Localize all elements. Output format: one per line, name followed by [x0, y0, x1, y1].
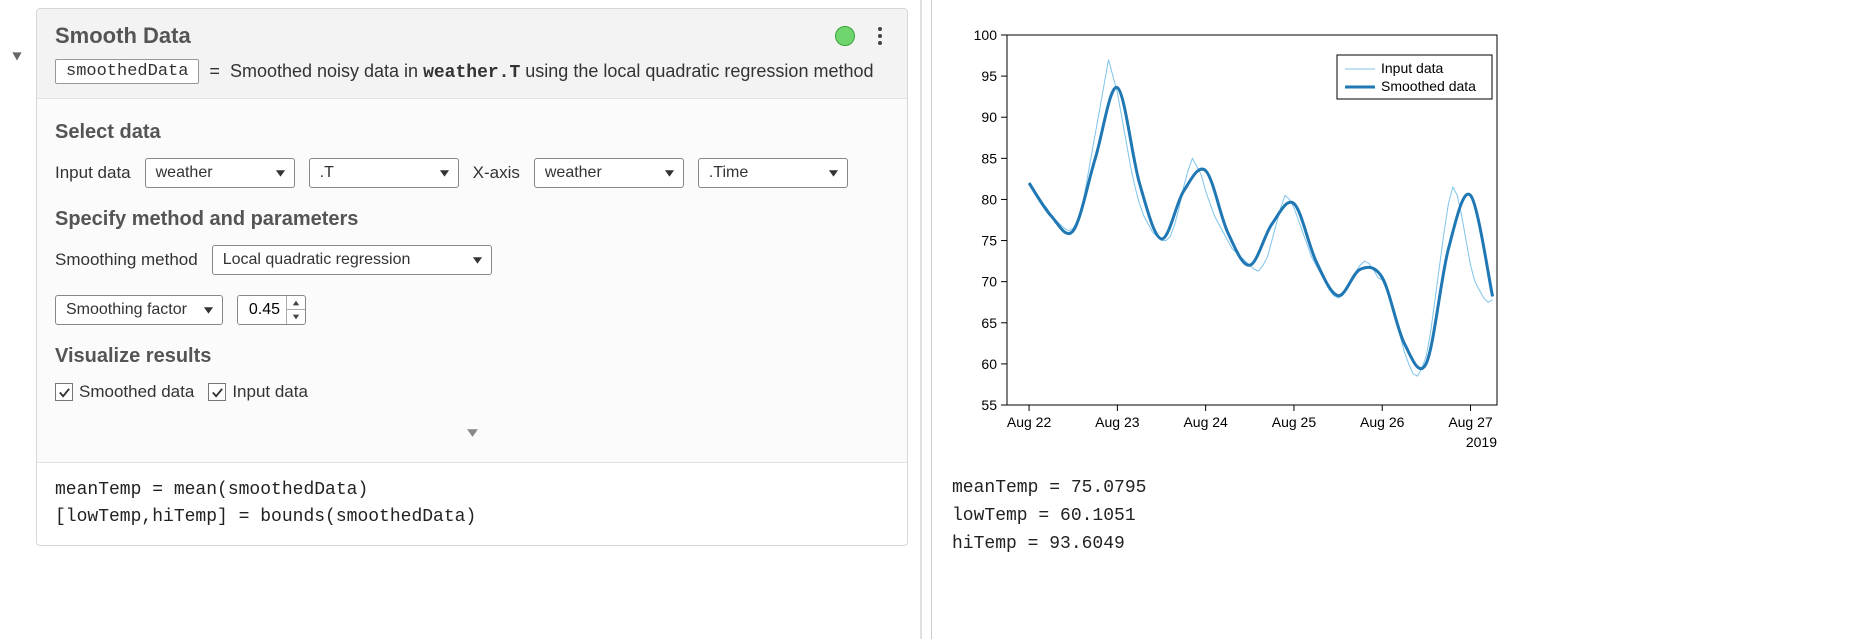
svg-text:Aug 24: Aug 24 — [1183, 414, 1228, 430]
method-label: Smoothing method — [55, 250, 198, 270]
output-line: lowTemp = 60.1051 — [952, 503, 1834, 531]
chart: 55 60 65 70 75 80 85 90 95 100 Aug 22 Aug 23 Aug 24 A… — [952, 20, 1512, 465]
svg-text:95: 95 — [981, 68, 997, 84]
svg-text:Aug 27: Aug 27 — [1448, 414, 1493, 430]
svg-text:90: 90 — [981, 109, 997, 125]
svg-text:Aug 23: Aug 23 — [1095, 414, 1140, 430]
desc-text-pre: Smoothed noisy data in — [230, 61, 423, 81]
chart-svg: 55 60 65 70 75 80 85 90 95 100 Aug 22 Aug 23 Aug 24 A… — [952, 20, 1512, 460]
left-pane: Smooth Data smoothedData = Smoothed no — [0, 0, 920, 639]
select-data-heading: Select data — [55, 121, 889, 144]
chevron-down-icon — [203, 305, 214, 316]
svg-text:85: 85 — [981, 150, 997, 166]
input-data-label: Input data — [55, 163, 131, 183]
svg-text:Aug 25: Aug 25 — [1272, 414, 1317, 430]
checkbox-checked-icon — [55, 383, 73, 401]
expand-more-button[interactable] — [55, 422, 889, 452]
svg-text:60: 60 — [981, 356, 997, 372]
svg-text:2019: 2019 — [1466, 434, 1497, 450]
smoothed-data-label: Smoothed data — [79, 382, 194, 402]
desc-code: weather.T — [423, 63, 520, 83]
smooth-data-card: Smooth Data smoothedData = Smoothed no — [36, 8, 908, 546]
svg-text:100: 100 — [974, 27, 998, 43]
method-heading: Specify method and parameters — [55, 208, 889, 231]
method-select[interactable]: Local quadratic regression — [212, 245, 492, 275]
input-data-checkbox-label: Input data — [232, 382, 308, 402]
svg-text:Aug 26: Aug 26 — [1360, 414, 1405, 430]
svg-text:70: 70 — [981, 274, 997, 290]
output-variable-box[interactable]: smoothedData — [55, 59, 199, 84]
xaxis-table-select[interactable]: weather — [534, 158, 684, 188]
xaxis-label: X-axis — [473, 163, 520, 183]
step-down-button[interactable] — [287, 310, 305, 324]
xaxis-var-select[interactable]: .Time — [698, 158, 848, 188]
panel-title: Smooth Data — [55, 23, 191, 49]
svg-text:Smoothed data: Smoothed data — [1381, 78, 1476, 94]
smoothed-data-checkbox[interactable]: Smoothed data — [55, 382, 194, 402]
panel-description: smoothedData = Smoothed noisy data in we… — [55, 59, 889, 84]
right-pane: 55 60 65 70 75 80 85 90 95 100 Aug 22 Aug 23 Aug 24 A… — [932, 0, 1854, 639]
code-line: [lowTemp,hiTemp] = bounds(smoothedData) — [55, 504, 889, 531]
desc-text-post: using the local quadratic regression met… — [520, 61, 873, 81]
chevron-down-icon — [439, 168, 450, 179]
svg-text:55: 55 — [981, 397, 997, 413]
chevron-down-icon — [275, 168, 286, 179]
more-options-button[interactable] — [871, 27, 889, 45]
collapse-icon[interactable] — [10, 51, 24, 68]
input-data-checkbox[interactable]: Input data — [208, 382, 308, 402]
factor-type-select[interactable]: Smoothing factor — [55, 295, 223, 325]
checkbox-checked-icon — [208, 383, 226, 401]
code-block[interactable]: meanTemp = mean(smoothedData) [lowTemp,h… — [37, 462, 907, 545]
input-table-select[interactable]: weather — [145, 158, 295, 188]
card-body: Select data Input data weather .T — [37, 99, 907, 462]
factor-value-input[interactable] — [238, 296, 286, 324]
svg-text:75: 75 — [981, 233, 997, 249]
chevron-down-icon — [664, 168, 675, 179]
app-root: Smooth Data smoothedData = Smoothed no — [0, 0, 1854, 639]
chevron-down-icon — [472, 255, 483, 266]
collapse-column — [0, 8, 34, 546]
output-line: meanTemp = 75.0795 — [952, 475, 1834, 503]
svg-text:65: 65 — [981, 315, 997, 331]
chevron-down-icon — [828, 168, 839, 179]
step-up-button[interactable] — [287, 296, 305, 310]
visualize-heading: Visualize results — [55, 345, 889, 368]
svg-text:Aug 22: Aug 22 — [1007, 414, 1052, 430]
svg-text:Input data: Input data — [1381, 60, 1443, 76]
pane-separator[interactable] — [920, 0, 932, 639]
card-header: Smooth Data smoothedData = Smoothed no — [37, 9, 907, 99]
code-line: meanTemp = mean(smoothedData) — [55, 477, 889, 504]
factor-value-stepper[interactable] — [237, 295, 306, 325]
svg-text:80: 80 — [981, 191, 997, 207]
input-var-select[interactable]: .T — [309, 158, 459, 188]
output-block: meanTemp = 75.0795 lowTemp = 60.1051 hiT… — [952, 475, 1834, 559]
output-line: hiTemp = 93.6049 — [952, 531, 1834, 559]
status-success-icon — [835, 26, 855, 46]
